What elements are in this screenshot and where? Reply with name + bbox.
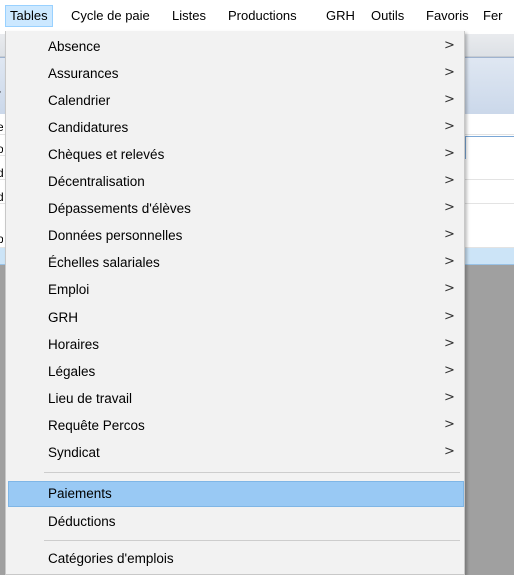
tables-dropdown-menu: Absence > Assurances > Calendrier > Cand… <box>5 31 465 575</box>
menu-item-label: Chèques et relevés <box>48 147 165 162</box>
submenu-arrow-icon: > <box>444 281 455 296</box>
submenu-arrow-icon: > <box>444 92 455 107</box>
submenu-arrow-icon: > <box>444 38 455 53</box>
menu-item-label: Requête Percos <box>48 418 145 433</box>
menu-item-label: Absence <box>48 39 101 54</box>
menu-item-label: Syndicat <box>48 445 100 460</box>
menu-item-depassements-d-eleves[interactable]: Dépassements d'élèves > <box>8 196 462 222</box>
menu-cycle-de-paie[interactable]: Cycle de paie <box>67 6 154 26</box>
menu-item-label: Candidatures <box>48 120 129 135</box>
background-edge-text: d <box>0 190 3 204</box>
menu-item-legales[interactable]: Légales > <box>8 359 462 385</box>
background-edge-text: d <box>0 166 3 180</box>
menu-item-categories-d-emplois[interactable]: Catégories d'emplois <box>8 546 462 572</box>
menu-item-label: Déductions <box>48 514 116 529</box>
menu-item-donnees-personnelles[interactable]: Données personnelles > <box>8 223 462 249</box>
background-input-field[interactable] <box>465 136 514 160</box>
submenu-arrow-icon: > <box>444 146 455 161</box>
menu-item-grh[interactable]: GRH > <box>8 305 462 331</box>
submenu-arrow-icon: > <box>444 444 455 459</box>
menu-item-candidatures[interactable]: Candidatures > <box>8 115 462 141</box>
background-edge-text: r <box>0 87 3 101</box>
menu-bar: Tables Cycle de paie Listes Productions … <box>0 0 514 32</box>
menu-outils[interactable]: Outils <box>367 6 408 26</box>
submenu-arrow-icon: > <box>444 119 455 134</box>
menu-item-deductions[interactable]: Déductions <box>8 509 462 535</box>
menu-item-label: Données personnelles <box>48 228 183 243</box>
menu-item-label: Lieu de travail <box>48 391 133 406</box>
menu-item-label: Échelles salariales <box>48 255 160 270</box>
menu-separator <box>44 472 460 473</box>
menu-productions[interactable]: Productions <box>224 6 301 26</box>
background-edge-text: e <box>0 120 3 134</box>
submenu-arrow-icon: > <box>444 173 455 188</box>
menu-separator <box>44 540 460 541</box>
menu-item-horaires[interactable]: Horaires > <box>8 332 462 358</box>
menu-item-lieu-de-travail[interactable]: Lieu de travail > <box>8 386 462 412</box>
submenu-arrow-icon: > <box>444 390 455 405</box>
menu-item-paiements[interactable]: Paiements <box>8 481 464 507</box>
submenu-arrow-icon: > <box>444 363 455 378</box>
submenu-arrow-icon: > <box>444 227 455 242</box>
submenu-arrow-icon: > <box>444 200 455 215</box>
menu-item-cheques-et-releves[interactable]: Chèques et relevés > <box>8 142 462 168</box>
submenu-arrow-icon: > <box>444 254 455 269</box>
submenu-arrow-icon: > <box>444 336 455 351</box>
menu-item-label: Décentralisation <box>48 174 145 189</box>
menu-item-label: Catégories d'emplois <box>48 551 174 566</box>
menu-item-echelles-salariales[interactable]: Échelles salariales > <box>8 250 462 276</box>
menu-item-requete-percos[interactable]: Requête Percos > <box>8 413 462 439</box>
submenu-arrow-icon: > <box>444 309 455 324</box>
menu-item-assurances[interactable]: Assurances > <box>8 61 462 87</box>
menu-item-decentralisation[interactable]: Décentralisation > <box>8 169 462 195</box>
submenu-arrow-icon: > <box>444 417 455 432</box>
background-edge-text: o <box>0 142 3 156</box>
menu-item-label: Légales <box>48 364 96 379</box>
menu-item-label: GRH <box>48 310 78 325</box>
menu-item-label: Emploi <box>48 282 90 297</box>
menu-item-label: Assurances <box>48 66 119 81</box>
menu-item-absence[interactable]: Absence > <box>8 34 462 60</box>
menu-favoris[interactable]: Favoris <box>422 6 473 26</box>
menu-tables[interactable]: Tables <box>5 5 53 27</box>
menu-item-label: Dépassements d'élèves <box>48 201 191 216</box>
menu-item-label: Calendrier <box>48 93 111 108</box>
menu-item-label: Paiements <box>48 486 112 501</box>
menu-fenetres-partial[interactable]: Fer <box>479 6 507 26</box>
menu-listes[interactable]: Listes <box>168 6 210 26</box>
menu-item-syndicat[interactable]: Syndicat > <box>8 440 462 466</box>
menu-grh[interactable]: GRH <box>322 6 359 26</box>
submenu-arrow-icon: > <box>444 65 455 80</box>
menu-item-calendrier[interactable]: Calendrier > <box>8 88 462 114</box>
menu-item-emploi[interactable]: Emploi > <box>8 277 462 303</box>
background-edge-text: p <box>0 232 3 246</box>
menu-item-label: Horaires <box>48 337 100 352</box>
